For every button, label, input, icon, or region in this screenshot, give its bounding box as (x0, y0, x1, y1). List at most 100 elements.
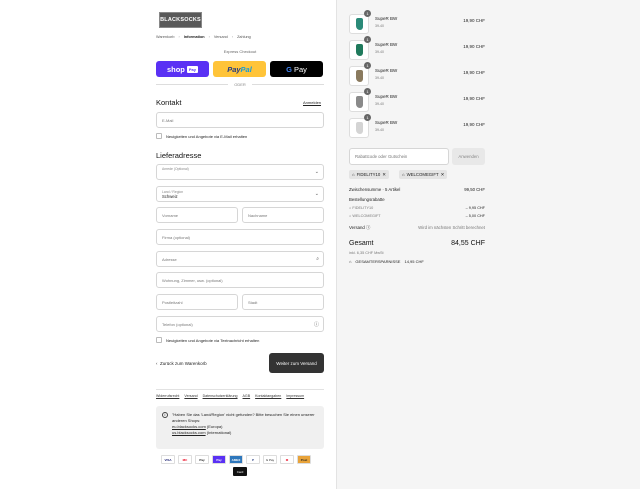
product-price: 19,90 CHF (463, 96, 485, 101)
logo[interactable]: BLACKSOCKS (159, 12, 202, 28)
discounts-label: Bestellungsrabatte (349, 197, 385, 202)
tag-icon: ⌂ (352, 172, 355, 177)
quantity-badge: 1 (364, 88, 371, 95)
product-name: SupeR BW (375, 42, 398, 47)
payment-icons: VISA MC Pay Pay AMEX P G Pay M Post (161, 455, 311, 464)
remove-icon[interactable]: ✕ (441, 172, 445, 178)
product-price: 19,90 CHF (463, 44, 485, 49)
footer-link-withdrawal[interactable]: Widerrufsrecht (156, 394, 179, 398)
city-placeholder: Stadt (248, 299, 258, 305)
sock-image (355, 70, 363, 82)
visa-icon: VISA (161, 455, 175, 464)
total-label: Gesamt (349, 240, 374, 247)
zip-field[interactable]: Postleitzahl (156, 294, 238, 310)
product-thumbnail (349, 118, 369, 138)
apply-discount-button[interactable]: Anwenden (452, 148, 485, 165)
sms-checkbox[interactable]: Neuigkeiten und Angebote via Textnachric… (156, 337, 259, 343)
delivery-heading: Lieferadresse (156, 151, 202, 160)
shipping-row: Versand ⓘ Wird im nächsten Schritt berech… (349, 225, 485, 231)
amex-icon: AMEX (229, 455, 243, 464)
product-thumbnail (349, 14, 369, 34)
postfinance-icon: Post (297, 455, 311, 464)
product-price: 19,90 CHF (463, 70, 485, 75)
newsletter-checkbox[interactable]: Neuigkeiten und Angebote via E-Mail erha… (156, 133, 247, 139)
remove-icon[interactable]: ✕ (382, 172, 386, 178)
apple-pay-icon: Pay (195, 455, 209, 464)
product-name: SupeR BW (375, 68, 398, 73)
discount-row-2: ⌂ WELCOMEGIFT – 5,00 CHF (349, 214, 485, 218)
total-value: 84,55 CHF (451, 240, 485, 247)
country-select[interactable]: Land / Region Schweiz ⌄ (156, 186, 324, 202)
footer-link-privacy[interactable]: Datenschutzerklärung (203, 394, 238, 398)
mastercard-icon: MC (178, 455, 192, 464)
footer-link-terms[interactable]: AGB (243, 394, 251, 398)
paypal-button[interactable]: Pay Pal (213, 61, 266, 77)
notice-text: "Haben Sie das 'Land/Region' nicht gefun… (172, 412, 315, 423)
shipping-value: Wird im nächsten Schritt berechnet (418, 225, 485, 230)
region-notice: i "Haben Sie das 'Land/Region' nicht gef… (156, 406, 324, 449)
or-separator: ODER (156, 82, 324, 87)
phone-field[interactable]: Telefon (optional) ⓘ (156, 316, 324, 332)
footer-link-shipping[interactable]: Versand (184, 394, 197, 398)
breadcrumb-cart[interactable]: Warenkorb (156, 35, 174, 39)
checkbox-icon[interactable] (156, 133, 162, 139)
product-thumbnail (349, 92, 369, 112)
email-field[interactable]: E-Mail (156, 112, 324, 128)
address-field[interactable]: Adresse ⌕ (156, 251, 324, 267)
checkbox-icon[interactable] (156, 337, 162, 343)
product-size: 39-40 (375, 76, 384, 80)
login-link[interactable]: Anmelden (303, 100, 321, 105)
back-to-cart-link[interactable]: ‹ Zurück zum Warenkorb (156, 361, 207, 366)
product-thumbnail (349, 66, 369, 86)
google-pay-text: Pay (293, 64, 307, 74)
discount1-label: FIDELITY10 (352, 206, 374, 210)
cart-item: 1 SupeR BW 39-40 19,90 CHF (349, 10, 485, 34)
google-pay-button[interactable]: G Pay (270, 61, 323, 77)
google-pay-icon: G Pay (263, 455, 277, 464)
breadcrumb-payment: Zahlung (237, 35, 251, 39)
footer-link-imprint[interactable]: Impressum (286, 394, 304, 398)
shop-pay-button[interactable]: shop Pay (156, 61, 209, 77)
city-field[interactable]: Stadt (242, 294, 324, 310)
chevron-right-icon: › (231, 35, 234, 39)
address-placeholder: Adresse (162, 256, 177, 262)
paypal-text-2: Pal (240, 64, 252, 74)
product-name: SupeR BW (375, 16, 398, 21)
firstname-field[interactable]: Vorname (156, 207, 238, 223)
apartment-field[interactable]: Wohnung, Zimmer, usw. (optional) (156, 272, 324, 288)
product-size: 39-40 (375, 128, 384, 132)
help-icon[interactable]: ⓘ (314, 321, 319, 328)
paypal-text: Pay (227, 64, 241, 74)
chevron-down-icon: ⌄ (314, 169, 319, 175)
quantity-badge: 1 (364, 36, 371, 43)
footer-link-contact[interactable]: Kontaktangaben (255, 394, 281, 398)
product-thumbnail (349, 40, 369, 60)
lastname-field[interactable]: Nachname (242, 207, 324, 223)
eu-shop-suffix: (Europa) (205, 424, 223, 429)
salutation-select[interactable]: Anrede (Optional) ⌄ (156, 164, 324, 180)
tag-icon: ⌂ (402, 172, 405, 177)
discount-chip-welcome: ⌂ WELCOMEGIFT ✕ (399, 170, 448, 179)
email-placeholder: E-Mail (162, 117, 174, 123)
eu-shop-link[interactable]: eu.blacksocks.com (172, 424, 206, 429)
discount-code-input[interactable]: Rabattcode oder Gutschein (349, 148, 449, 165)
cart-item: 1 SupeR BW 39-40 19,90 CHF (349, 62, 485, 86)
zip-placeholder: Postleitzahl (162, 299, 183, 305)
shipping-label: Versand (349, 225, 365, 230)
cart-item: 1 SupeR BW 39-40 19,90 CHF (349, 36, 485, 60)
product-name: SupeR BW (375, 120, 398, 125)
chip-label: WELCOMEGIFT (406, 172, 439, 177)
us-shop-suffix: (International) (205, 430, 232, 435)
company-field[interactable]: Firma (optional) (156, 229, 324, 245)
product-price: 19,90 CHF (463, 122, 485, 127)
chip-label: FIDELITY10 (356, 172, 381, 177)
savings-row: ⌂ GESAMTERSPARNISSE 14,95 CHF (349, 259, 424, 264)
cart-item: 1 SupeR BW 39-40 19,90 CHF (349, 88, 485, 112)
subtotal-row: Zwischensumme · 5 Artikel 99,50 CHF (349, 187, 485, 192)
continue-to-shipping-button[interactable]: Weiter zum Versand (269, 353, 324, 373)
sock-image (355, 44, 363, 56)
discount-placeholder: Rabattcode oder Gutschein (355, 154, 408, 159)
vat-text: inkl. 6,35 CHF MwSt (349, 251, 384, 255)
us-shop-link[interactable]: us.blacksocks.com (172, 430, 206, 435)
help-icon[interactable]: ⓘ (366, 225, 370, 230)
